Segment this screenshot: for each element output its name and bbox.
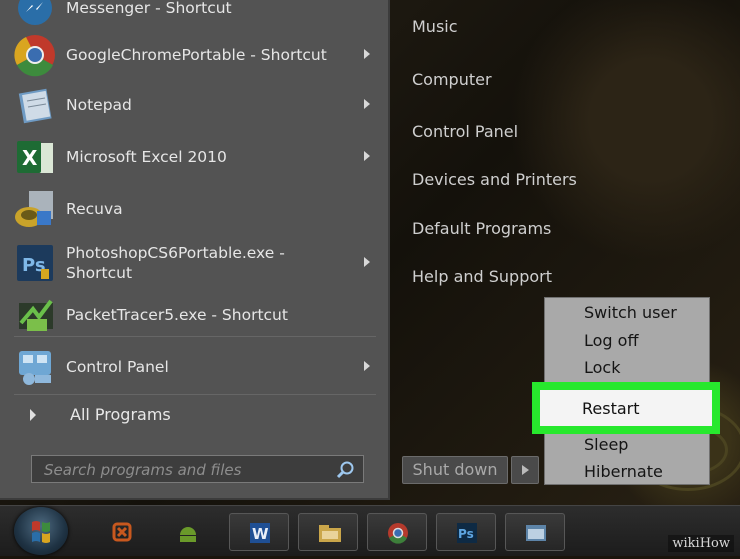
taskbar-word[interactable]: W	[229, 513, 289, 551]
messenger-icon	[12, 0, 58, 31]
program-chrome[interactable]: GoogleChromePortable - Shortcut	[12, 32, 380, 78]
taskbar-window[interactable]	[505, 513, 565, 551]
menu-item-restart[interactable]: Restart	[582, 399, 640, 418]
menu-divider	[14, 336, 376, 337]
right-item-default-programs[interactable]: Default Programs	[412, 219, 551, 238]
menu-item-switch-user[interactable]: Switch user	[584, 303, 677, 322]
shutdown-button[interactable]: Shut down	[402, 456, 508, 484]
program-label: PhotoshopCS6Portable.exe - Shortcut	[66, 244, 285, 282]
photoshop-icon: Ps	[12, 240, 58, 286]
excel-icon: X	[12, 134, 58, 180]
right-item-devices-printers[interactable]: Devices and Printers	[412, 170, 577, 189]
triangle-right-icon	[30, 408, 36, 421]
menu-divider	[14, 394, 376, 395]
right-item-help-support[interactable]: Help and Support	[412, 267, 552, 286]
recuva-icon	[12, 186, 58, 232]
chrome-icon	[386, 521, 410, 545]
menu-item-lock[interactable]: Lock	[584, 358, 620, 377]
photoshop-icon: Ps	[455, 521, 479, 545]
program-packettracer[interactable]: PacketTracer5.exe - Shortcut	[12, 292, 380, 338]
chevron-right-icon[interactable]	[364, 49, 370, 59]
notepad-icon	[12, 82, 58, 128]
wikihow-watermark: wikiHow	[668, 535, 734, 552]
chevron-right-icon[interactable]	[364, 151, 370, 161]
right-item-control-panel[interactable]: Control Panel	[412, 122, 518, 141]
taskbar-android[interactable]	[158, 513, 218, 551]
word-icon: W	[248, 521, 272, 545]
chrome-icon	[12, 32, 58, 78]
right-item-computer[interactable]: Computer	[412, 70, 492, 89]
chevron-right-icon	[522, 465, 529, 475]
packettracer-icon	[12, 292, 58, 338]
chevron-right-icon[interactable]	[364, 257, 370, 267]
svg-text:Ps: Ps	[458, 527, 474, 541]
xampp-icon	[110, 520, 134, 544]
program-label: Messenger - Shortcut	[66, 0, 232, 17]
svg-text:X: X	[22, 146, 38, 170]
taskbar-photoshop[interactable]: Ps	[436, 513, 496, 551]
all-programs-button[interactable]: All Programs	[30, 405, 171, 424]
control-panel-icon	[12, 344, 58, 390]
android-icon	[176, 520, 200, 544]
file-explorer-icon	[317, 521, 341, 545]
program-photoshop[interactable]: Ps PhotoshopCS6Portable.exe - Shortcut	[12, 240, 380, 286]
start-button[interactable]	[14, 507, 68, 555]
program-label: Microsoft Excel 2010	[66, 148, 227, 166]
chevron-right-icon[interactable]	[364, 99, 370, 109]
search-input[interactable]: Search programs and files	[31, 455, 364, 483]
restart-highlight: Restart	[532, 382, 720, 434]
program-label: Control Panel	[66, 358, 169, 376]
program-label: Notepad	[66, 96, 132, 114]
program-excel[interactable]: X Microsoft Excel 2010	[12, 134, 380, 180]
svg-text:W: W	[252, 525, 269, 543]
menu-item-hibernate[interactable]: Hibernate	[584, 462, 663, 481]
shutdown-options-button[interactable]	[511, 456, 539, 484]
program-recuva[interactable]: Recuva	[12, 186, 380, 232]
taskbar-xampp[interactable]	[92, 513, 152, 551]
program-notepad[interactable]: Notepad	[12, 82, 380, 128]
chevron-right-icon[interactable]	[364, 361, 370, 371]
taskbar-chrome[interactable]	[367, 513, 427, 551]
windows-logo-icon	[32, 521, 50, 543]
taskbar-file-explorer[interactable]	[298, 513, 358, 551]
menu-item-sleep[interactable]: Sleep	[584, 435, 628, 454]
program-label: Recuva	[66, 200, 123, 218]
program-messenger[interactable]: Messenger - Shortcut	[12, 0, 380, 31]
start-menu-left-pane: Messenger - Shortcut GoogleChromePortabl…	[0, 0, 390, 500]
program-control-panel[interactable]: Control Panel	[12, 344, 380, 390]
search-placeholder: Search programs and files	[44, 461, 242, 479]
right-item-music[interactable]: Music	[412, 17, 458, 36]
search-icon[interactable]	[335, 460, 355, 484]
program-label: PacketTracer5.exe - Shortcut	[66, 306, 288, 324]
menu-item-log-off[interactable]: Log off	[584, 331, 638, 350]
program-label: GoogleChromePortable - Shortcut	[66, 46, 327, 64]
all-programs-label: All Programs	[70, 405, 171, 424]
window-icon	[524, 521, 548, 545]
